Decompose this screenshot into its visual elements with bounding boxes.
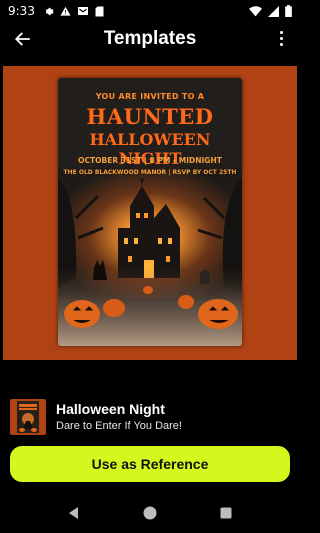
signal-icon [268, 5, 279, 17]
status-time: 9:33 [8, 4, 35, 18]
app-bar: Templates [0, 22, 300, 56]
more-vert-icon [279, 30, 283, 34]
back-button[interactable] [10, 26, 36, 52]
use-as-reference-button[interactable]: Use as Reference [10, 446, 290, 482]
wifi-icon [249, 5, 262, 16]
template-name: Halloween Night [56, 401, 165, 417]
back-triangle-icon[interactable] [66, 505, 82, 521]
status-bar: 9:33 [0, 0, 300, 22]
poster-venue-line: THE OLD BLACKWOOD MANOR | RSVP BY OCT 25… [63, 169, 237, 176]
poster-invite-line: YOU ARE INVITED TO A [95, 92, 205, 101]
arrow-left-icon [14, 32, 30, 46]
sd-card-icon [95, 6, 104, 16]
mail-icon [77, 7, 88, 15]
page-title: Templates [103, 28, 197, 49]
template-thumbnail [10, 399, 46, 435]
battery-icon [285, 5, 292, 17]
home-circle-icon[interactable] [142, 505, 158, 521]
recents-square-icon[interactable] [218, 505, 234, 521]
system-nav-bar [0, 493, 300, 533]
poster-date-line: OCTOBER 31ST | 8 PM - MIDNIGHT [78, 156, 222, 165]
poster-title-line1: HAUNTED [86, 104, 214, 129]
more-options-button[interactable] [276, 28, 286, 48]
warning-icon [60, 6, 71, 16]
settings-icon [45, 7, 54, 15]
poster-image[interactable]: YOU ARE INVITED TO A HAUNTED HALLOWEEN N… [58, 78, 242, 346]
template-info: Halloween Night Dare to Enter If You Dar… [10, 398, 290, 436]
template-description: Dare to Enter If You Dare! [56, 420, 182, 432]
